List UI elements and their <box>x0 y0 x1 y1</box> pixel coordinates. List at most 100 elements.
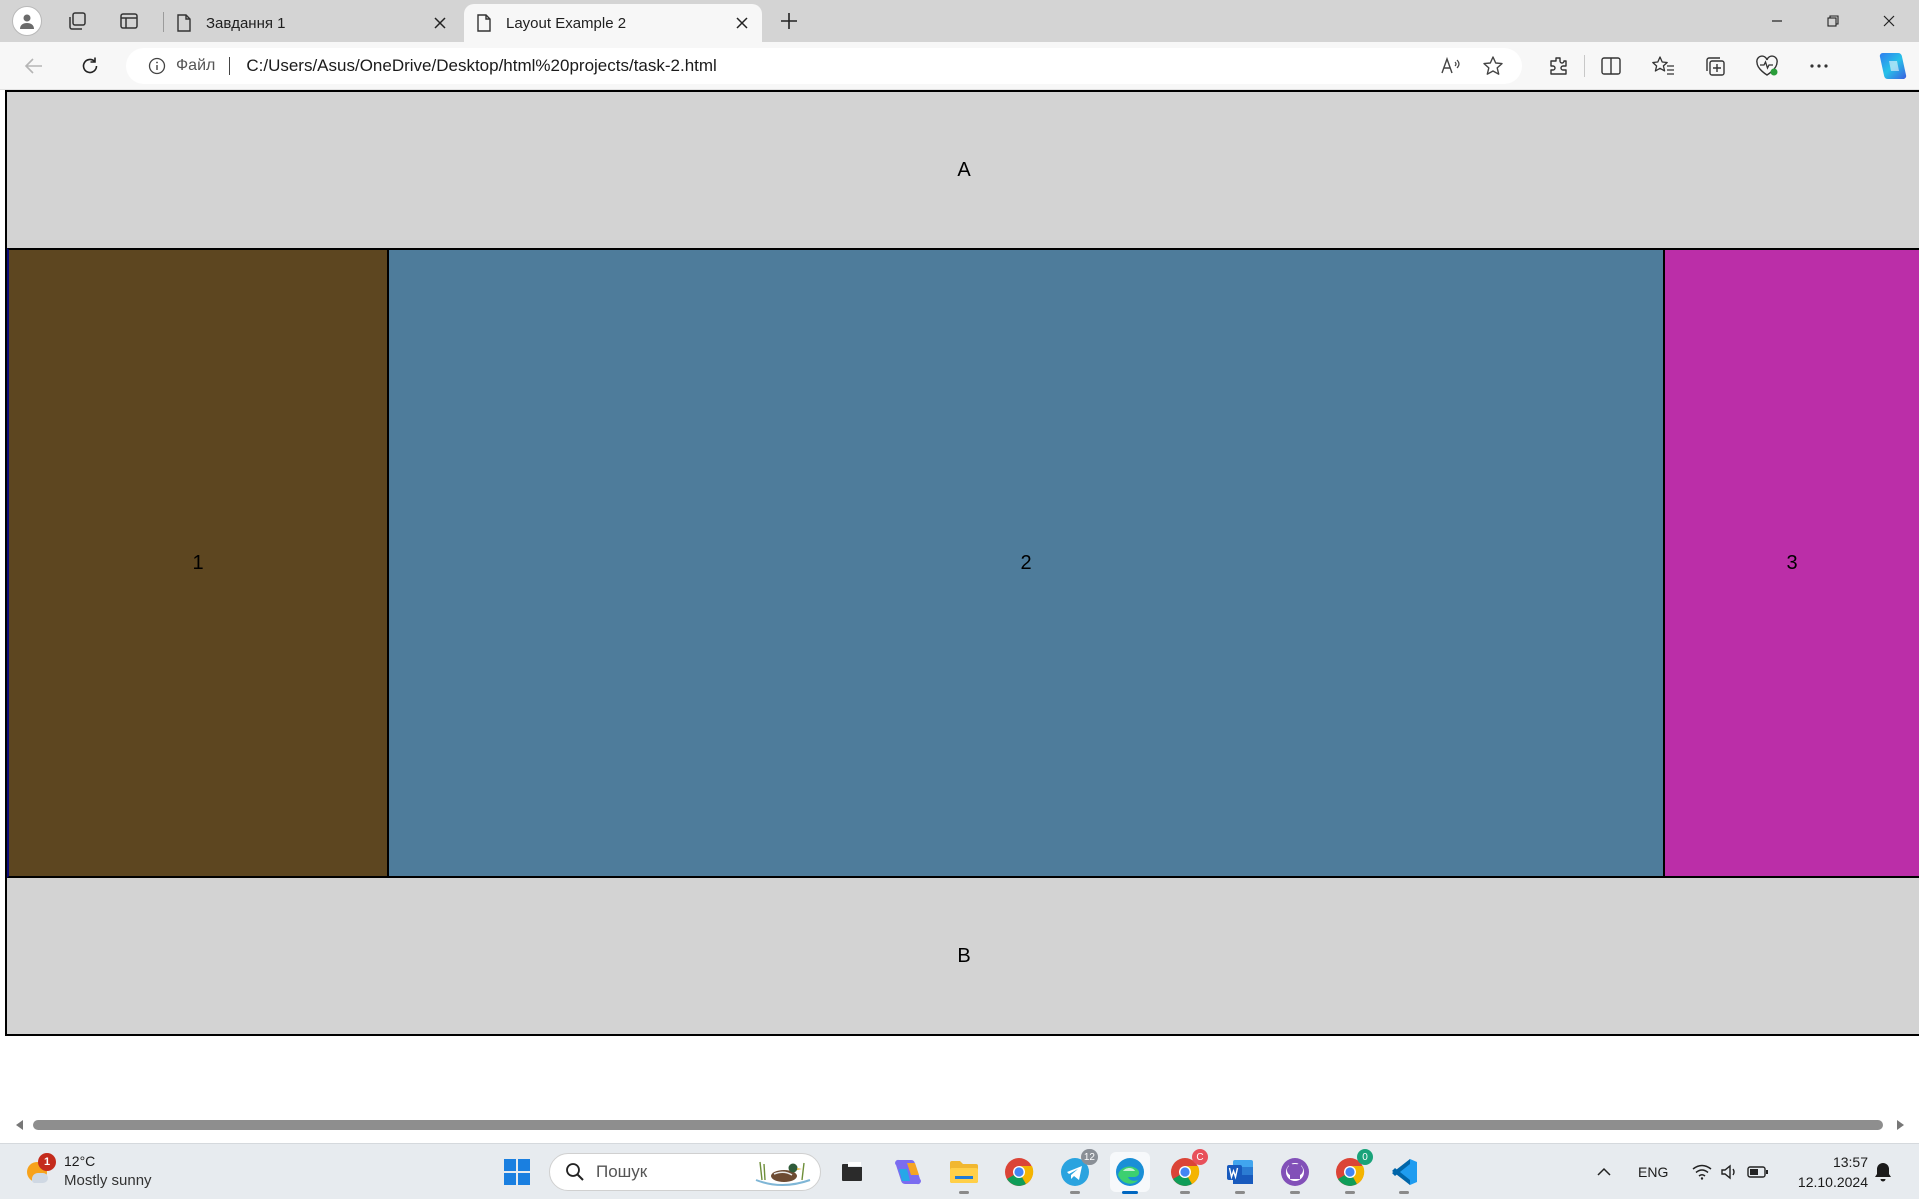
taskbar-chrome[interactable] <box>999 1152 1039 1192</box>
copilot-app-icon <box>895 1159 921 1185</box>
taskbar-clock[interactable]: 13:57 12.10.2024 <box>1788 1152 1868 1192</box>
task-view-icon <box>842 1161 862 1181</box>
edge-icon <box>1116 1158 1144 1186</box>
reload-button[interactable] <box>72 50 108 82</box>
search-highlight-duck-icon <box>755 1161 811 1186</box>
more-options-icon[interactable] <box>1793 50 1845 82</box>
profile-icon <box>12 6 42 36</box>
read-aloud-icon[interactable] <box>1430 50 1472 82</box>
favorites-icon[interactable] <box>1637 50 1689 82</box>
tab-zavdannia-1[interactable]: Завдання 1 <box>164 4 460 42</box>
profile-button[interactable] <box>8 5 46 37</box>
copilot-icon[interactable] <box>1876 49 1910 83</box>
profile-badge: 0 <box>1357 1149 1373 1165</box>
close-icon[interactable] <box>426 9 454 37</box>
window-close-button[interactable] <box>1861 0 1917 42</box>
taskbar-task-view[interactable] <box>832 1152 872 1192</box>
workspaces-button[interactable] <box>58 5 96 37</box>
browser-essentials-icon[interactable] <box>1741 50 1793 82</box>
new-tab-button[interactable] <box>772 5 806 37</box>
taskbar-vscode[interactable] <box>1384 1152 1424 1194</box>
split-screen-icon[interactable] <box>1585 50 1637 82</box>
taskbar-chrome-profile[interactable]: C <box>1165 1149 1208 1194</box>
scroll-left-icon[interactable] <box>12 1118 26 1132</box>
active-indicator <box>1122 1191 1138 1194</box>
restore-button[interactable] <box>1805 0 1861 42</box>
running-indicator <box>1399 1191 1409 1194</box>
footer-label: B <box>957 944 971 967</box>
tab-title: Завдання 1 <box>206 14 286 32</box>
plus-icon <box>781 13 797 29</box>
system-tray-icons[interactable] <box>1688 1144 1772 1199</box>
chrome-icon <box>1005 1158 1034 1186</box>
search-placeholder: Пошук <box>596 1162 648 1181</box>
page-content: A 1 2 3 B <box>0 90 1919 1100</box>
scroll-right-icon[interactable] <box>1894 1118 1908 1132</box>
weather-temperature: 12°C <box>64 1153 96 1169</box>
battery-icon <box>1744 1158 1772 1186</box>
restore-icon <box>1827 15 1839 27</box>
profile-badge: C <box>1192 1149 1208 1165</box>
horizontal-scrollbar[interactable] <box>0 1114 1919 1136</box>
taskbar-word[interactable] <box>1220 1152 1260 1194</box>
weather-widget[interactable]: 1 12°C Mostly sunny <box>24 1152 152 1190</box>
taskbar-copilot[interactable] <box>888 1152 928 1192</box>
taskbar-chrome-profile-2[interactable]: 0 <box>1330 1149 1373 1194</box>
windows-taskbar: 1 12°C Mostly sunny Пошук 12 C 0 ENG 13:… <box>0 1143 1919 1199</box>
browser-tab-strip: Завдання 1 Layout Example 2 <box>0 0 1919 42</box>
column-2-label: 2 <box>1020 551 1032 574</box>
column-1: 1 <box>7 248 389 878</box>
clock-time: 13:57 <box>1832 1154 1868 1170</box>
vertical-tabs-icon <box>120 13 138 29</box>
workspaces-icon <box>69 12 86 30</box>
header-label: A <box>957 158 971 181</box>
layout-container: A 1 2 3 B <box>5 90 1919 1036</box>
document-icon <box>474 13 494 33</box>
vscode-icon <box>1392 1159 1417 1185</box>
github-desktop-icon <box>1281 1158 1309 1186</box>
scrollbar-thumb[interactable] <box>33 1120 1883 1130</box>
wifi-icon <box>1688 1158 1716 1186</box>
start-button[interactable] <box>497 1152 537 1192</box>
tab-title: Layout Example 2 <box>506 14 627 32</box>
running-indicator <box>1290 1191 1300 1194</box>
folder-icon <box>950 1161 978 1183</box>
telegram-unread-badge: 12 <box>1080 1149 1098 1165</box>
windows-logo-icon <box>504 1159 530 1185</box>
address-separator <box>229 57 231 75</box>
running-indicator <box>1235 1191 1245 1194</box>
favorite-star-icon[interactable] <box>1472 50 1514 82</box>
back-button[interactable] <box>16 50 52 82</box>
show-hidden-icons-button[interactable] <box>1596 1144 1612 1199</box>
footer-block-b: B <box>7 878 1919 1034</box>
running-indicator <box>1180 1191 1190 1194</box>
taskbar-search[interactable]: Пошук <box>549 1153 821 1191</box>
site-label: Файл <box>176 57 216 74</box>
close-icon[interactable] <box>728 9 756 37</box>
tab-actions-button[interactable] <box>110 5 148 37</box>
taskbar-file-explorer[interactable] <box>944 1152 984 1194</box>
column-1-label: 1 <box>192 551 204 574</box>
taskbar-github-desktop[interactable] <box>1275 1152 1315 1194</box>
weather-description: Mostly sunny <box>64 1172 152 1189</box>
reload-icon <box>82 57 98 74</box>
collections-icon[interactable] <box>1689 50 1741 82</box>
address-bar[interactable]: Файл C:/Users/Asus/OneDrive/Desktop/html… <box>126 48 1522 84</box>
tab-layout-example-2[interactable]: Layout Example 2 <box>464 4 762 42</box>
arrow-left-icon <box>24 58 42 74</box>
notification-bell-icon[interactable] <box>1872 1161 1894 1183</box>
info-icon[interactable] <box>146 55 168 77</box>
running-indicator <box>1070 1191 1080 1194</box>
extensions-icon[interactable] <box>1532 50 1584 82</box>
header-block-a: A <box>7 92 1919 248</box>
input-language[interactable]: ENG <box>1638 1144 1668 1199</box>
minimize-button[interactable] <box>1749 0 1805 42</box>
volume-icon <box>1716 1158 1744 1186</box>
document-icon <box>174 13 194 33</box>
toolbar-right-actions <box>1532 50 1845 82</box>
taskbar-edge[interactable] <box>1110 1152 1150 1194</box>
running-indicator <box>1345 1191 1355 1194</box>
weather-sun-icon: 1 <box>24 1153 56 1185</box>
taskbar-telegram[interactable]: 12 <box>1055 1149 1098 1194</box>
url-text[interactable]: C:/Users/Asus/OneDrive/Desktop/html%20pr… <box>246 56 717 76</box>
